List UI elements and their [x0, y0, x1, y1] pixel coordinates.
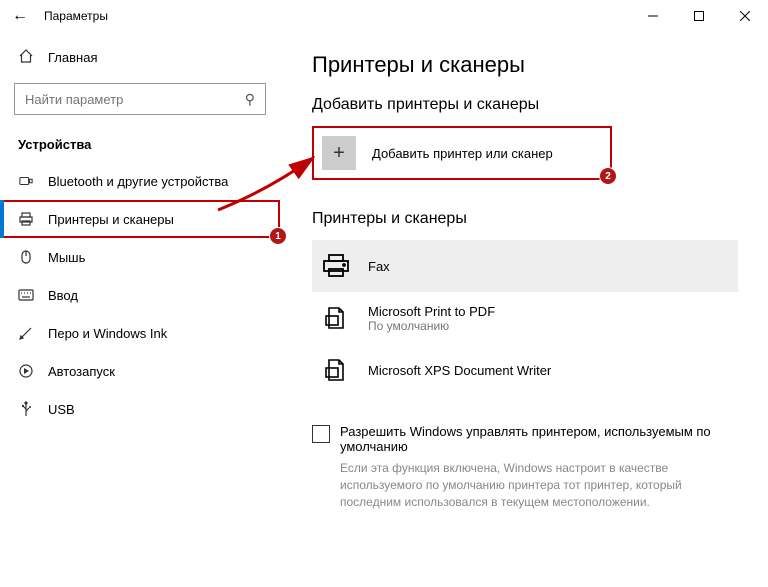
checkbox-description: Если эта функция включена, Windows настр…	[340, 460, 720, 510]
group-header: Устройства	[0, 131, 280, 162]
sidebar-item-usb[interactable]: USB	[0, 390, 280, 428]
printer-name: Fax	[368, 259, 390, 274]
sidebar-item-printers[interactable]: Принтеры и сканеры 1	[0, 200, 280, 238]
add-printer-button[interactable]: + Добавить принтер или сканер 2	[312, 126, 612, 180]
sidebar-item-label: Bluetooth и другие устройства	[48, 174, 228, 189]
titlebar: ← Параметры	[0, 0, 768, 32]
sidebar-item-typing[interactable]: Ввод	[0, 276, 280, 314]
sidebar-item-label: USB	[48, 402, 75, 417]
minimize-button[interactable]	[630, 0, 676, 32]
bluetooth-icon	[18, 173, 34, 189]
home-label: Главная	[48, 50, 97, 65]
printer-item-fax[interactable]: Fax	[312, 240, 738, 292]
search-icon: ⚲	[245, 91, 255, 108]
printer-name: Microsoft Print to PDF	[368, 304, 495, 319]
mouse-icon	[18, 249, 34, 265]
close-button[interactable]	[722, 0, 768, 32]
sidebar-item-label: Мышь	[48, 250, 85, 265]
content-area: Принтеры и сканеры Добавить принтеры и с…	[280, 32, 768, 587]
sidebar-item-label: Принтеры и сканеры	[48, 212, 174, 227]
page-title: Принтеры и сканеры	[312, 52, 738, 78]
home-icon	[18, 48, 34, 67]
annotation-badge-2: 2	[599, 167, 617, 185]
autoplay-icon	[18, 363, 34, 379]
home-link[interactable]: Главная	[0, 40, 280, 75]
printer-icon	[18, 211, 34, 227]
sidebar-item-autoplay[interactable]: Автозапуск	[0, 352, 280, 390]
printer-device-icon	[320, 250, 352, 282]
add-printer-label: Добавить принтер или сканер	[372, 146, 553, 161]
printer-item-xps[interactable]: Microsoft XPS Document Writer	[312, 344, 738, 396]
printer-item-pdf[interactable]: Microsoft Print to PDF По умолчанию	[312, 292, 738, 344]
back-button[interactable]: ←	[12, 7, 28, 25]
search-input[interactable]	[25, 92, 245, 107]
sidebar-item-pen[interactable]: Перо и Windows Ink	[0, 314, 280, 352]
search-box[interactable]: ⚲	[14, 83, 266, 115]
plus-icon: +	[322, 136, 356, 170]
document-icon	[320, 302, 352, 334]
pen-icon	[18, 325, 34, 341]
printer-name: Microsoft XPS Document Writer	[368, 363, 551, 378]
sidebar-item-mouse[interactable]: Мышь	[0, 238, 280, 276]
document-icon	[320, 354, 352, 386]
maximize-button[interactable]	[676, 0, 722, 32]
usb-icon	[18, 401, 34, 417]
sidebar-item-label: Перо и Windows Ink	[48, 326, 167, 341]
list-section-header: Принтеры и сканеры	[312, 210, 738, 228]
default-printer-checkbox-row[interactable]: Разрешить Windows управлять принтером, и…	[312, 424, 738, 510]
sidebar-item-bluetooth[interactable]: Bluetooth и другие устройства	[0, 162, 280, 200]
sidebar-item-label: Ввод	[48, 288, 78, 303]
checkbox[interactable]	[312, 425, 330, 443]
window-title: Параметры	[44, 9, 108, 23]
printer-sub: По умолчанию	[368, 319, 495, 333]
keyboard-icon	[18, 287, 34, 303]
checkbox-label: Разрешить Windows управлять принтером, и…	[340, 424, 738, 454]
sidebar: Главная ⚲ Устройства Bluetooth и другие …	[0, 32, 280, 587]
sidebar-item-label: Автозапуск	[48, 364, 115, 379]
add-section-header: Добавить принтеры и сканеры	[312, 96, 738, 114]
